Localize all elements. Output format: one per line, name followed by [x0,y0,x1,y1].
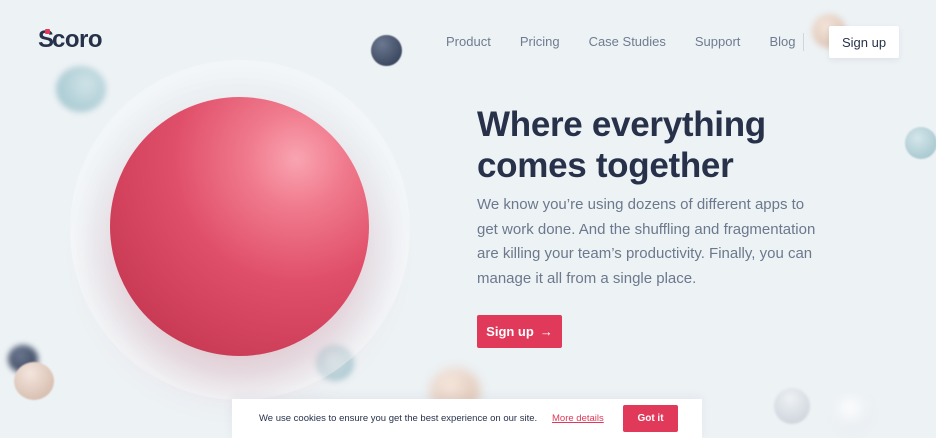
cookie-message: We use cookies to ensure you get the bes… [259,413,538,424]
logo-wordmark: coro [52,26,103,53]
hero-signup-button[interactable]: Sign up → [477,315,562,348]
hero-sphere-illustration [110,97,369,356]
hero-signup-label: Sign up [486,324,534,339]
decorative-orb-teal-right [905,127,936,159]
header-signup-button[interactable]: Sign up [829,26,899,58]
cookie-accept-button[interactable]: Got it [623,405,678,432]
cookie-more-details-link[interactable]: More details [552,413,604,424]
nav-item-pricing[interactable]: Pricing [520,34,560,49]
landing-page: S coro Product Pricing Case Studies Supp… [0,0,936,438]
decorative-orb-light-bottom-right [834,395,870,431]
cookie-banner: We use cookies to ensure you get the bes… [232,399,702,438]
hero-description: We know you’re using dozens of different… [477,196,816,287]
hero-headline: Where everything comes together [477,104,897,186]
logo-mark-icon: S [38,26,55,53]
decorative-orb-grey-bottom-right [774,388,810,424]
decorative-orb-teal-left [56,66,106,112]
nav-item-support[interactable]: Support [695,34,741,49]
decorative-orb-beige-bottom-left [14,362,54,400]
nav-item-product[interactable]: Product [446,34,491,49]
decorative-orb-navy-top [371,35,402,66]
brand-logo[interactable]: S coro [38,26,103,53]
nav-item-case-studies[interactable]: Case Studies [589,34,666,49]
hero-headline-line1: Where everything [477,105,766,144]
nav-item-blog[interactable]: Blog [769,34,795,49]
arrow-right-icon: → [539,324,553,339]
hero-headline-line2: comes together [477,146,734,185]
nav-divider [803,33,804,51]
main-nav: Product Pricing Case Studies Support Blo… [446,34,824,49]
